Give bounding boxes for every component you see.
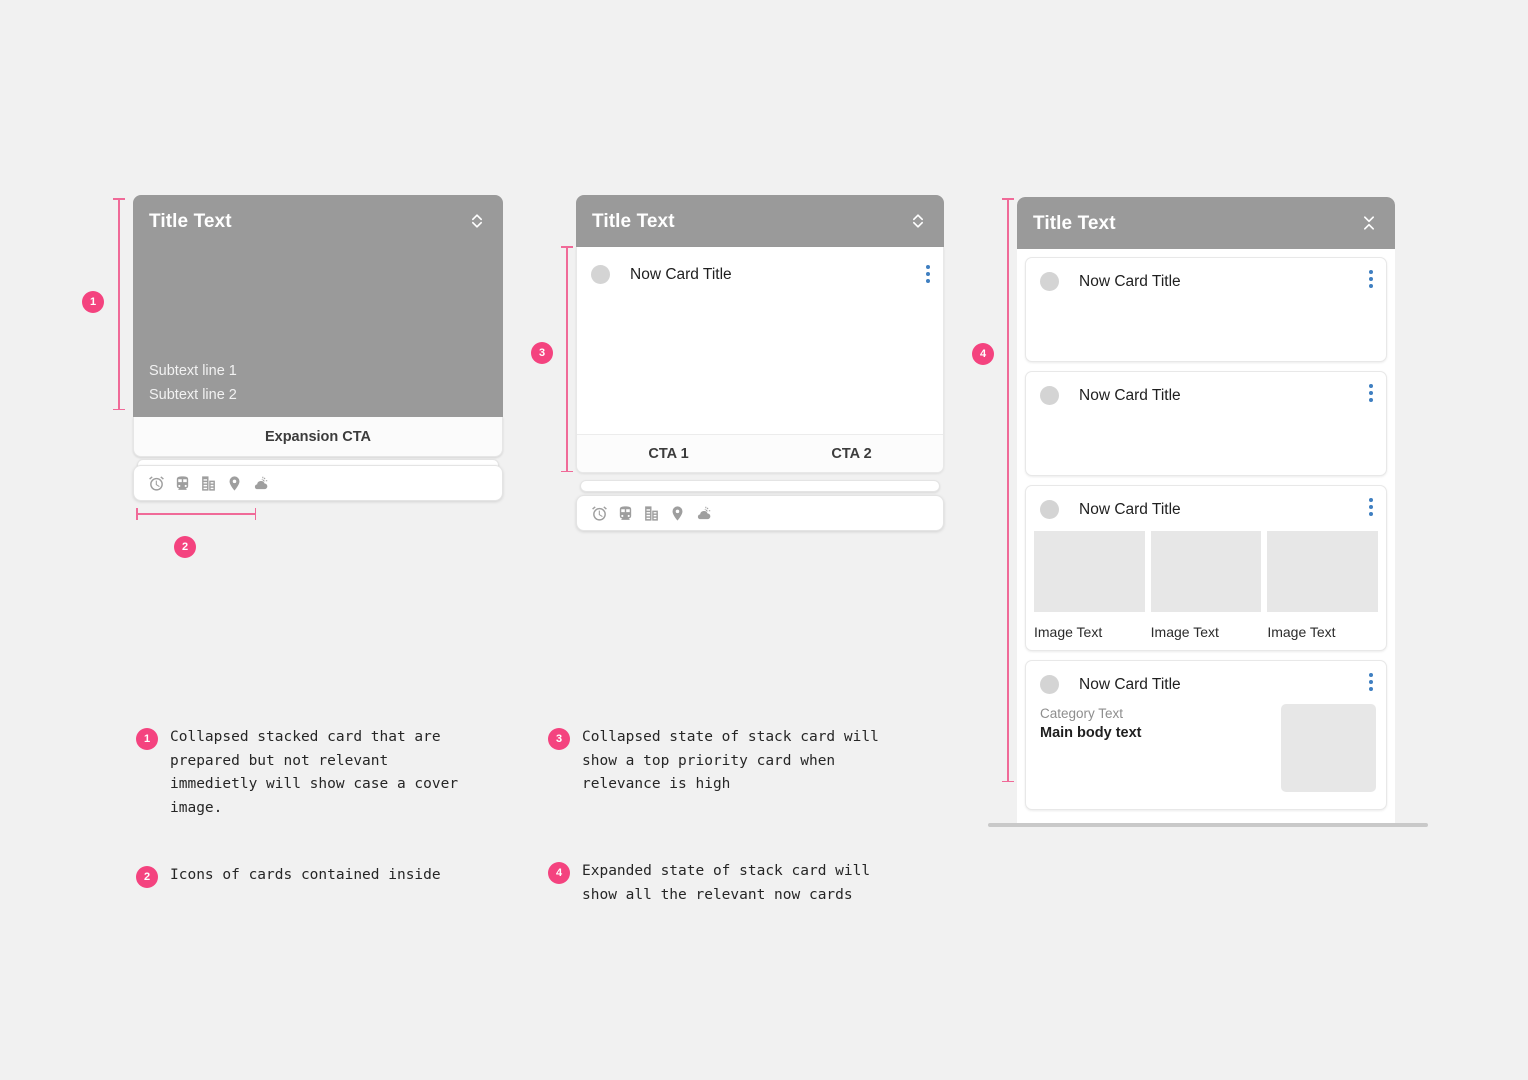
location-pin-icon xyxy=(669,505,686,522)
image-tile-3[interactable]: Image Text xyxy=(1267,531,1379,650)
card3-cta-row: CTA 1 CTA 2 xyxy=(577,434,943,472)
now-card-plain-1[interactable]: Now Card Title xyxy=(1025,257,1387,362)
footnote-3: 3 Collapsed state of stack card will sho… xyxy=(548,726,948,797)
card1-title: Title Text xyxy=(149,210,232,232)
now-card-title: Now Card Title xyxy=(1079,386,1181,404)
card4-title: Title Text xyxy=(1033,212,1116,234)
card1-subtext-block: Subtext line 1 Subtext line 2 xyxy=(149,359,237,407)
cta-2-button[interactable]: CTA 2 xyxy=(760,435,943,472)
train-icon xyxy=(617,505,634,522)
now-card-body-row: Category Text Main body text xyxy=(1026,694,1386,792)
now-card-image-gallery[interactable]: Now Card Title Image Text Image Text Ima… xyxy=(1025,485,1387,651)
measure-rule-2 xyxy=(136,509,256,519)
card3-now-card-title: Now Card Title xyxy=(630,265,732,283)
footnote-4: 4 Expanded state of stack card will show… xyxy=(548,860,948,907)
cta-1-button[interactable]: CTA 1 xyxy=(577,435,760,472)
unfold-more-icon[interactable] xyxy=(908,210,928,232)
kebab-menu-icon[interactable] xyxy=(926,265,930,283)
unfold-more-icon[interactable] xyxy=(467,210,487,232)
train-icon xyxy=(174,475,191,492)
now-card-head: Now Card Title xyxy=(1026,486,1386,519)
kebab-menu-icon[interactable] xyxy=(1369,673,1373,691)
kebab-menu-icon[interactable] xyxy=(1369,384,1373,402)
card4-bottom-edge-rail xyxy=(988,823,1428,827)
now-card-head: Now Card Title xyxy=(1026,372,1386,405)
card1-subtext-line-2: Subtext line 2 xyxy=(149,387,237,403)
location-pin-icon xyxy=(226,475,243,492)
stack-sliver-3 xyxy=(580,480,940,492)
design-spec-canvas: 1 Title Text Subtext line 1 Subtext line… xyxy=(0,0,1528,1080)
footnote-badge-1: 1 xyxy=(136,728,158,750)
marker-badge-3: 3 xyxy=(531,342,553,364)
card3-now-card[interactable]: Now Card Title CTA 1 CTA 2 xyxy=(576,247,944,473)
card3-icons-bar xyxy=(576,495,944,531)
now-card-body-thumb[interactable]: Now Card Title Category Text Main body t… xyxy=(1025,660,1387,810)
measure-rule-3 xyxy=(562,246,572,472)
marker-badge-1: 1 xyxy=(82,291,104,313)
now-card-title: Now Card Title xyxy=(1079,272,1181,290)
avatar xyxy=(1040,386,1059,405)
measure-rule-4 xyxy=(1003,198,1013,782)
image-placeholder xyxy=(1267,531,1379,612)
marker-badge-4: 4 xyxy=(972,343,994,365)
footnote-badge-3: 3 xyxy=(548,728,570,750)
main-body-text: Main body text xyxy=(1040,725,1142,741)
hotel-icon xyxy=(200,475,217,492)
expansion-cta-button[interactable]: Expansion CTA xyxy=(133,417,503,457)
card3-header: Title Text xyxy=(576,195,944,247)
measure-rule-1 xyxy=(114,198,124,410)
image-tile-2[interactable]: Image Text xyxy=(1150,531,1262,650)
now-card-head: Now Card Title xyxy=(1026,258,1386,291)
card3-now-card-head: Now Card Title xyxy=(577,247,943,284)
body-thumbnail xyxy=(1281,704,1376,792)
card1-icons-bar xyxy=(133,465,503,501)
footnote-2-text: Icons of cards contained inside xyxy=(170,867,441,883)
image-caption: Image Text xyxy=(1034,624,1103,640)
now-card-head: Now Card Title xyxy=(1026,661,1386,694)
avatar xyxy=(1040,272,1059,291)
hotel-icon xyxy=(643,505,660,522)
kebab-menu-icon[interactable] xyxy=(1369,270,1373,288)
footnote-4-text: Expanded state of stack card will show a… xyxy=(582,863,871,903)
collapsed-stack-card: Title Text Now Card Title CTA 1 CTA 2 xyxy=(576,195,944,531)
avatar xyxy=(1040,675,1059,694)
footnote-2: 2 Icons of cards contained inside xyxy=(136,864,516,888)
card3-now-card-body-space xyxy=(577,284,943,434)
image-placeholder xyxy=(1150,531,1262,612)
card4-header: Title Text xyxy=(1017,197,1395,249)
now-card-text-block: Category Text Main body text xyxy=(1040,704,1281,792)
avatar xyxy=(591,265,610,284)
kebab-menu-icon[interactable] xyxy=(1369,498,1373,516)
now-card-title: Now Card Title xyxy=(1079,675,1181,693)
card3-title: Title Text xyxy=(592,210,675,232)
now-card-title: Now Card Title xyxy=(1079,500,1181,518)
footnote-1-text: Collapsed stacked card that are prepared… xyxy=(170,729,459,816)
partly-cloudy-icon xyxy=(695,505,712,522)
alarm-clock-icon xyxy=(148,475,165,492)
expanded-stack-card: Title Text Now Card Title Now Card Title… xyxy=(1017,197,1395,827)
card1-header: Title Text xyxy=(133,195,503,247)
image-caption: Image Text xyxy=(1150,624,1219,640)
image-tile-1[interactable]: Image Text xyxy=(1034,531,1145,650)
category-text: Category Text xyxy=(1040,706,1124,721)
alarm-clock-icon xyxy=(591,505,608,522)
footnote-badge-2: 2 xyxy=(136,866,158,888)
footnote-3-text: Collapsed state of stack card will show … xyxy=(582,729,879,792)
image-caption: Image Text xyxy=(1267,624,1336,640)
footnote-1: 1 Collapsed stacked card that are prepar… xyxy=(136,726,516,820)
card4-now-card-list: Now Card Title Now Card Title Now Card T… xyxy=(1017,249,1395,810)
footnote-badge-4: 4 xyxy=(548,862,570,884)
marker-badge-2: 2 xyxy=(174,536,196,558)
avatar xyxy=(1040,500,1059,519)
collapsed-cover-card: Title Text Subtext line 1 Subtext line 2… xyxy=(133,195,503,501)
card1-cover-image-area: Subtext line 1 Subtext line 2 xyxy=(133,247,503,417)
unfold-less-icon[interactable] xyxy=(1359,212,1379,234)
image-placeholder xyxy=(1034,531,1145,612)
partly-cloudy-icon xyxy=(252,475,269,492)
image-gallery-row: Image Text Image Text Image Text xyxy=(1026,519,1386,650)
card1-subtext-line-1: Subtext line 1 xyxy=(149,363,237,379)
now-card-plain-2[interactable]: Now Card Title xyxy=(1025,371,1387,476)
